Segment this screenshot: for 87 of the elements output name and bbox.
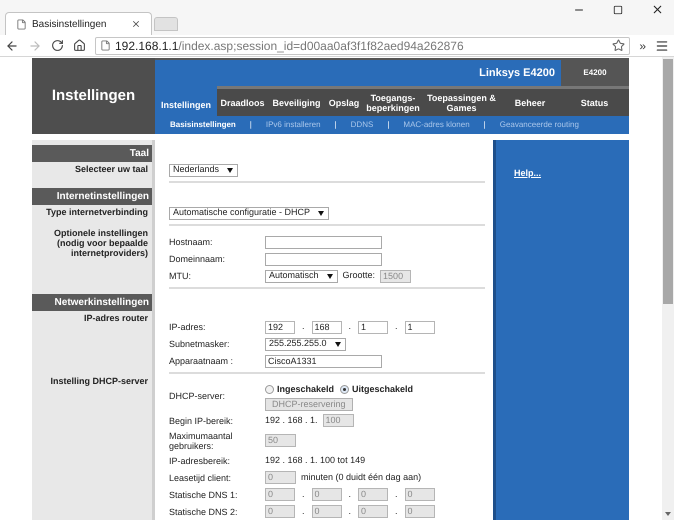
separator-dot: . xyxy=(301,488,306,501)
url-text: 192.168.1.1/index.asp;session_id=d00aa0af3f1f82aed94a262876 xyxy=(115,38,465,54)
separator-dot: . xyxy=(394,320,399,334)
section-label: Selecteer uw taal xyxy=(74,164,148,174)
section-heading: Taal xyxy=(32,145,152,162)
field-label: Hostnaam: xyxy=(169,237,214,247)
value-text: 192 . 168 . 1. xyxy=(265,414,318,427)
caret-icon xyxy=(318,210,324,216)
nav-separator: | xyxy=(250,119,252,131)
sub-nav-link[interactable]: Basisinstellingen xyxy=(170,119,236,131)
radio-button[interactable] xyxy=(265,385,274,394)
overflow-button[interactable]: » xyxy=(639,36,646,54)
nav-separator: | xyxy=(334,119,337,131)
section-label: Instelling DHCP-server xyxy=(49,376,148,386)
value-text: Grootte: xyxy=(342,269,376,282)
field-label: Maximumaantal gebruikers: xyxy=(169,430,234,450)
section-label: Optionele instellingen (nodig voor bepaalde internetproviders) xyxy=(52,228,148,258)
reload-icon[interactable] xyxy=(51,39,64,52)
caret-icon xyxy=(326,274,333,278)
input-field[interactable] xyxy=(265,236,382,248)
section-heading: Netwerkinstellingen xyxy=(32,294,152,311)
browser-tab[interactable]: Basisinstellingen xyxy=(5,12,152,35)
input-field[interactable]: 192 xyxy=(265,320,295,334)
caret-icon xyxy=(227,168,234,172)
separator-dot: . xyxy=(394,504,399,518)
radio-button[interactable] xyxy=(340,385,350,394)
value-text: minuten (0 duidt één dag aan) xyxy=(301,470,422,484)
field-label: Statische DNS 2: xyxy=(169,506,239,516)
section-heading: Internetinstellingen xyxy=(32,188,152,205)
field-label: Apparaatnaam : xyxy=(169,356,234,366)
dropdown[interactable]: 255.255.255.0 xyxy=(265,338,346,350)
help-link[interactable]: Help... xyxy=(514,168,542,178)
field-label: Leasetijd client: xyxy=(169,472,232,482)
input-field[interactable]: 168 xyxy=(312,320,342,334)
input-field[interactable]: 1 xyxy=(404,320,435,334)
field-label: Statische DNS 1: xyxy=(169,490,239,500)
caret-icon xyxy=(334,342,341,346)
scroll-down-icon[interactable] xyxy=(665,512,671,516)
menu-icon[interactable] xyxy=(655,38,669,52)
scrollbar[interactable] xyxy=(662,57,674,520)
maximize-icon[interactable] xyxy=(613,4,623,14)
nav-tab[interactable]: Beheer xyxy=(500,89,560,116)
value-text: 192 . 168 . 1. 100 tot 149 xyxy=(265,454,366,467)
dropdown[interactable]: Automatisch xyxy=(265,270,338,282)
scrollbar-thumb[interactable] xyxy=(663,59,673,304)
model-name: Linksys E4200 xyxy=(479,66,555,81)
close-icon[interactable] xyxy=(651,3,664,16)
home-icon[interactable] xyxy=(73,39,86,52)
separator-dot: . xyxy=(394,488,399,501)
nav-tab[interactable]: Status xyxy=(560,89,629,116)
separator-dot: . xyxy=(301,320,306,334)
field-label: IP-adresbereik: xyxy=(169,456,232,466)
nav-tab[interactable]: Draadloos xyxy=(217,89,268,116)
star-icon[interactable] xyxy=(612,39,626,52)
nav-tab[interactable]: Toegangs-beperkingen xyxy=(363,89,423,116)
field-label: MTU: xyxy=(169,271,192,281)
page-icon xyxy=(16,18,27,30)
address-bar[interactable]: 192.168.1.1/index.asp;session_id=d00aa0af3f1f82aed94a262876 xyxy=(95,36,630,54)
back-icon[interactable] xyxy=(5,38,19,52)
model-badge: E4200 xyxy=(561,60,629,86)
nav-tab[interactable]: Beveiliging xyxy=(268,89,325,116)
close-icon[interactable] xyxy=(131,19,141,29)
input-field[interactable] xyxy=(265,252,382,266)
field-label: Domeinnaam: xyxy=(169,254,226,264)
page-title: Instellingen xyxy=(52,86,136,106)
field-label: IP-adres: xyxy=(169,322,207,332)
section-label: Type internetverbinding xyxy=(45,207,148,217)
section-label: IP-adres router xyxy=(82,313,148,323)
input-field[interactable]: CiscoA1331 xyxy=(265,354,382,368)
dropdown[interactable]: Automatische configuratie - DHCP xyxy=(169,206,330,220)
dropdown[interactable]: Nederlands xyxy=(169,164,238,176)
radio-option[interactable]: Uitgeschakeld xyxy=(340,383,414,396)
nav-tab[interactable]: Toepassingen & Games xyxy=(423,89,500,116)
nav-tab[interactable]: Opslag xyxy=(325,89,363,116)
separator-dot: . xyxy=(348,504,352,518)
radio-option[interactable]: Ingeschakeld xyxy=(265,383,334,396)
separator-dot: . xyxy=(301,504,306,518)
nav-separator: | xyxy=(484,119,486,131)
field-label: Subnetmasker: xyxy=(169,339,231,349)
separator-dot: . xyxy=(348,320,352,334)
page-icon xyxy=(100,40,111,51)
nav-tab[interactable]: Instellingen xyxy=(155,86,217,116)
separator-dot: . xyxy=(348,488,352,501)
nav-separator: | xyxy=(387,119,390,131)
field-label: Begin IP-bereik: xyxy=(169,416,234,426)
input-field[interactable]: 1 xyxy=(358,320,388,334)
field-label: DHCP-server: xyxy=(169,391,226,401)
